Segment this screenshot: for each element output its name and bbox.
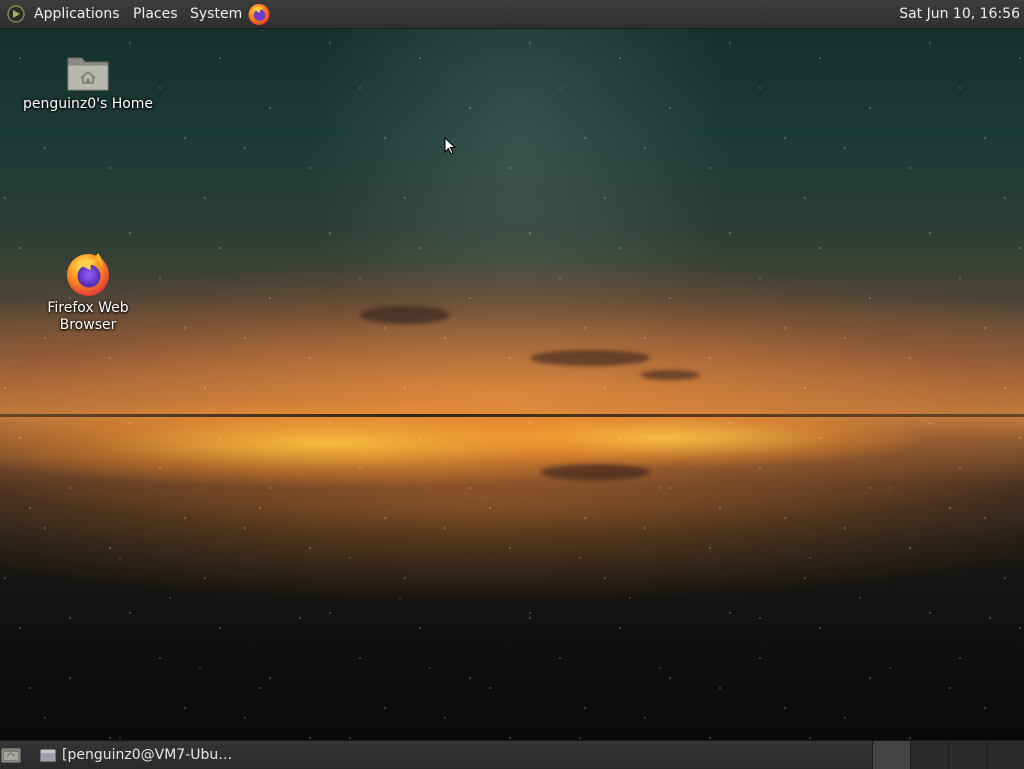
desktop-wallpaper (0, 28, 1024, 740)
workspace-switcher (872, 741, 1024, 769)
menu-applications[interactable]: Applications (34, 5, 120, 23)
menu-system[interactable]: System (190, 5, 242, 23)
desktop-icon-label: Firefox Web Browser (47, 300, 129, 333)
menu-places[interactable]: Places (133, 5, 178, 23)
desktop-icon-label: penguinz0's Home (22, 96, 154, 112)
taskbar-window-button[interactable]: [penguinz0@VM7-Ubu… (36, 743, 236, 767)
bottom-panel: [penguinz0@VM7-Ubu… (0, 740, 1024, 769)
wallpaper-cloud-reflection (540, 464, 650, 480)
top-panel: Applications Places System Sat Jun 10, 1… (0, 0, 1024, 29)
wallpaper-reflected-stars (0, 468, 1024, 740)
wallpaper-cloud (360, 306, 450, 324)
desktop-icon-home[interactable]: penguinz0's Home (22, 52, 154, 113)
home-folder-icon (67, 57, 109, 91)
workspace-4[interactable] (986, 741, 1024, 769)
panel-clock[interactable]: Sat Jun 10, 16:56 (899, 5, 1020, 23)
workspace-2[interactable] (910, 741, 948, 769)
terminal-window-icon (40, 749, 56, 762)
wallpaper-cloud (530, 350, 650, 366)
wallpaper-cloud (640, 370, 700, 380)
show-desktop-icon[interactable] (0, 746, 22, 764)
ubuntu-mate-logo-icon[interactable] (7, 5, 25, 23)
workspace-3[interactable] (948, 741, 986, 769)
firefox-icon (67, 253, 109, 296)
wallpaper-horizon (0, 414, 1024, 417)
desktop-icon-firefox[interactable]: Firefox Web Browser (38, 250, 138, 334)
workspace-1[interactable] (872, 741, 910, 769)
firefox-launcher-icon[interactable] (247, 2, 271, 26)
taskbar-window-label: [penguinz0@VM7-Ubu… (62, 747, 233, 763)
mouse-cursor-icon (444, 137, 456, 155)
